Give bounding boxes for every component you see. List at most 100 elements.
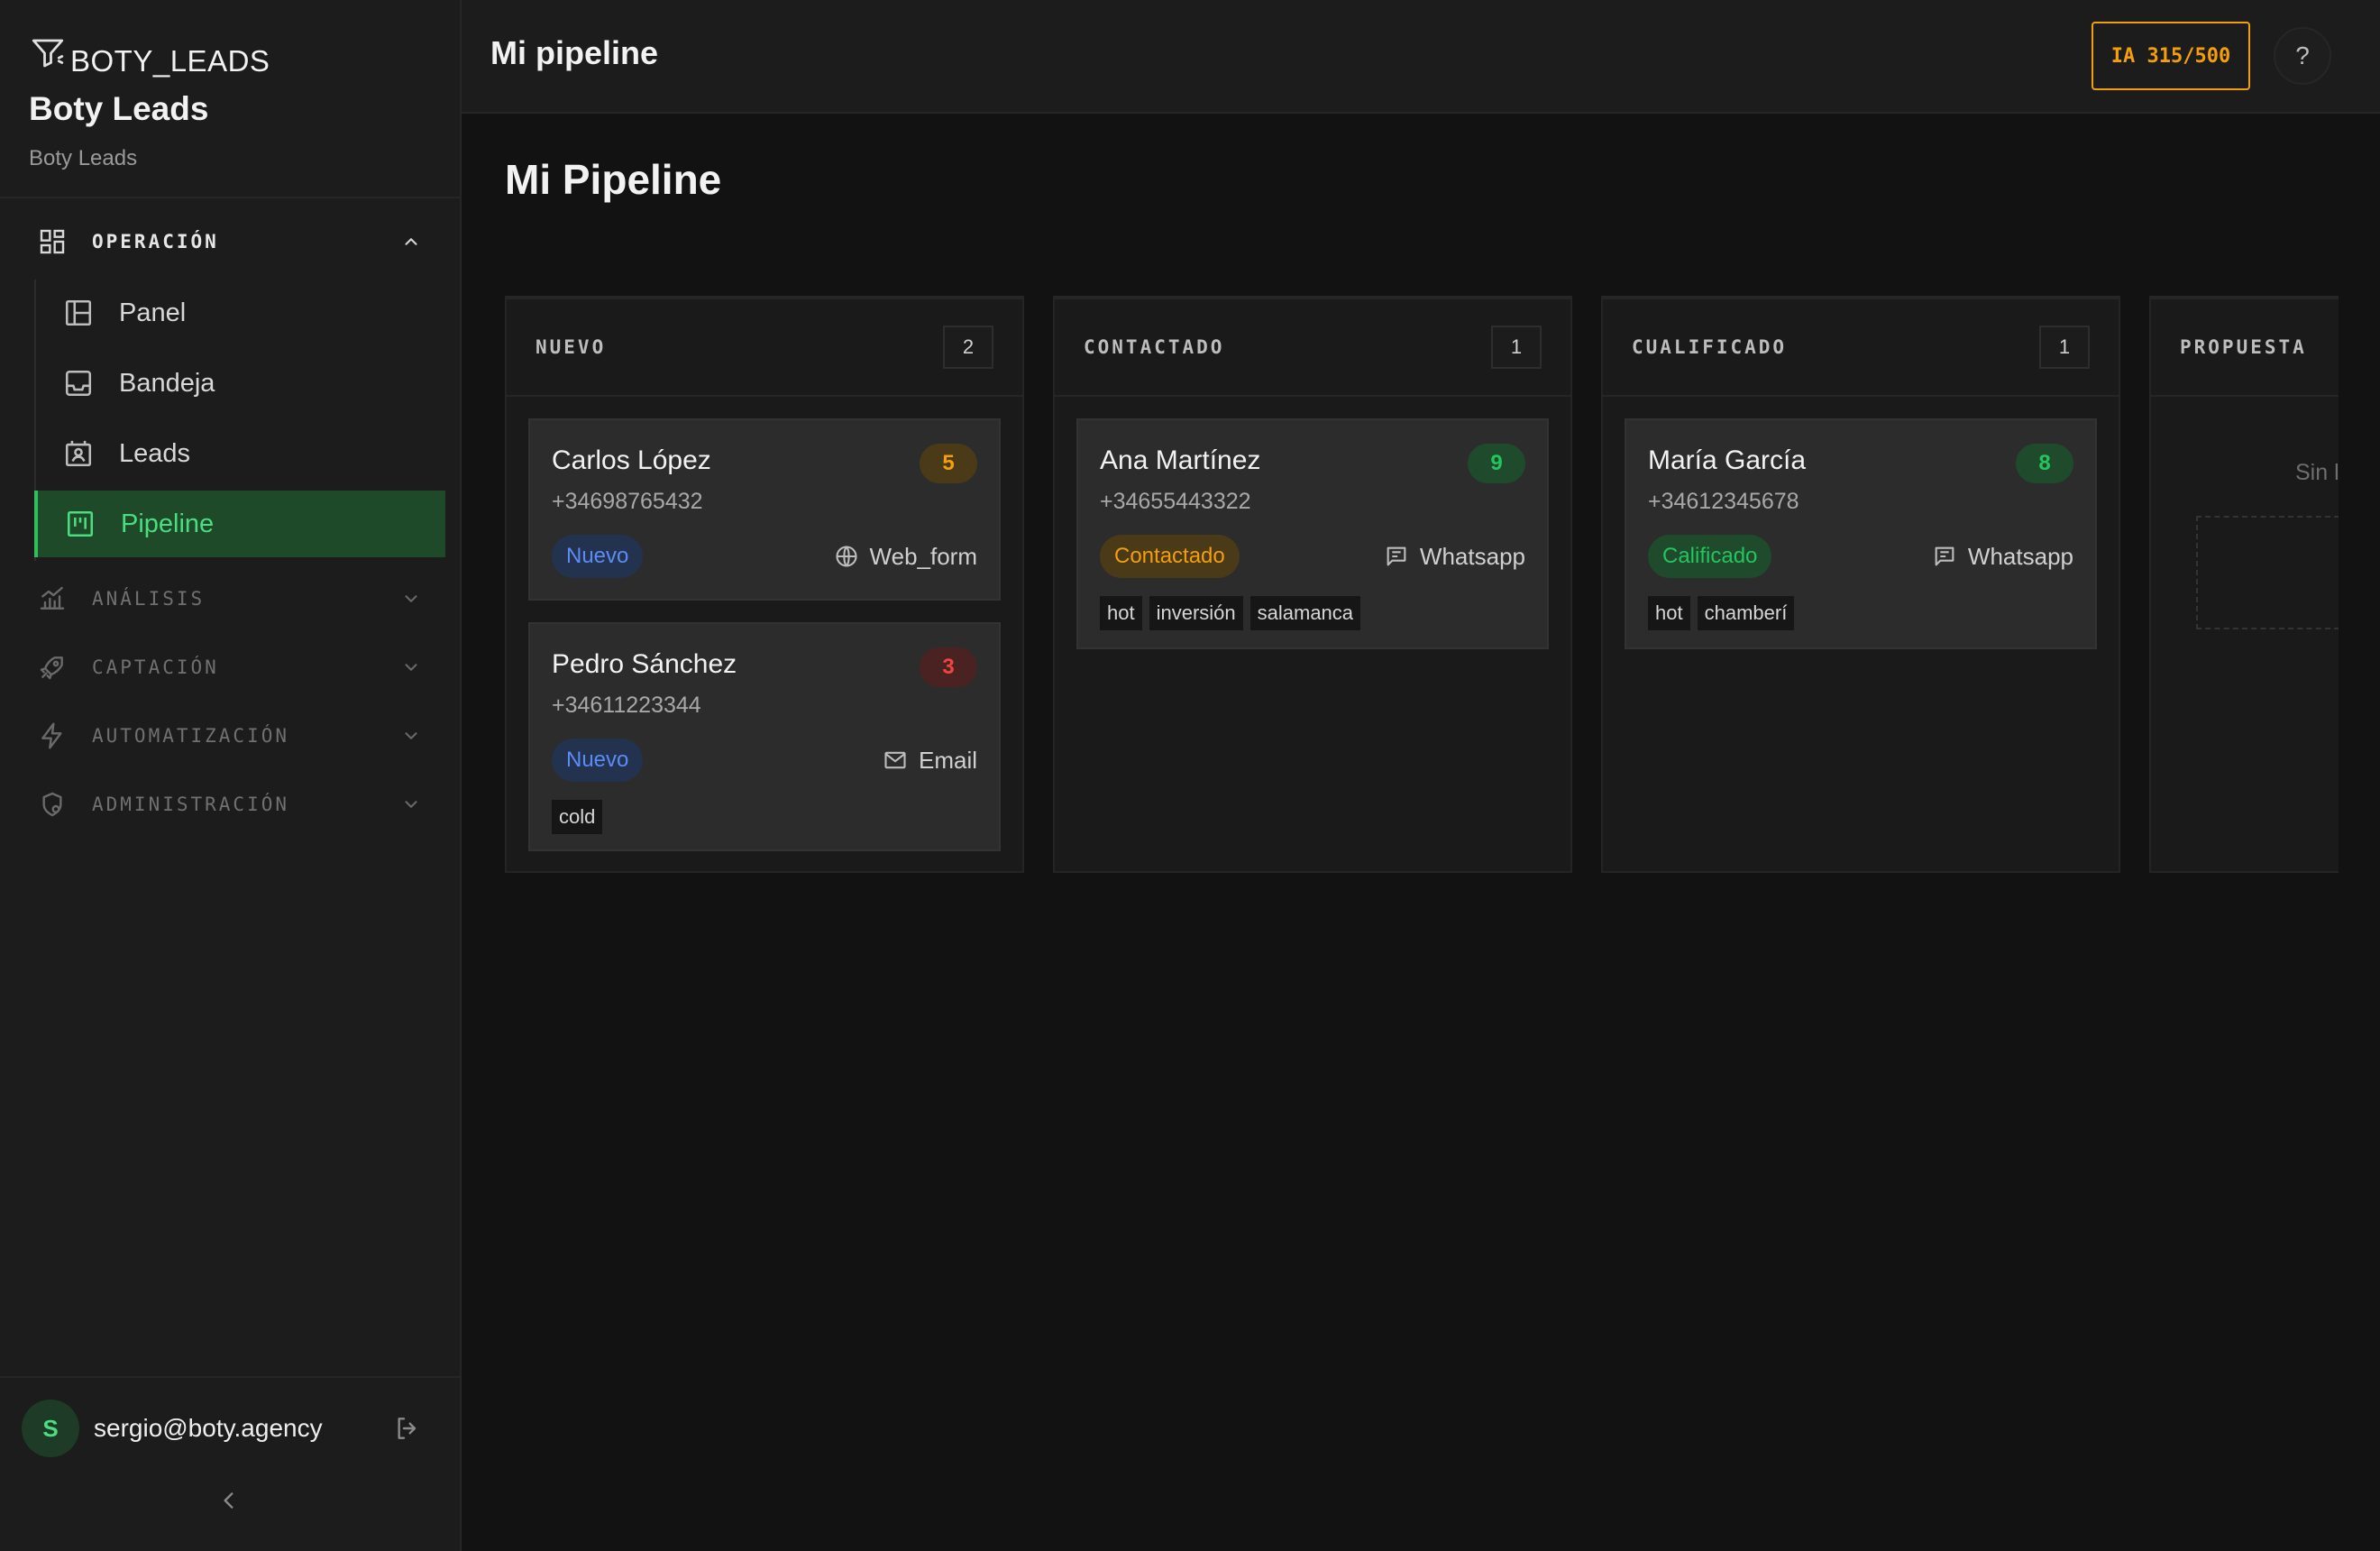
tag-list: cold [552,800,977,834]
lead-source: Whatsapp [1384,543,1525,571]
status-badge: Contactado [1100,535,1240,578]
section-administracion[interactable]: ADMINISTRACIÓN [34,786,424,822]
tag-list: hot chamberí [1648,596,2073,630]
lead-name: Pedro Sánchez [552,649,737,679]
divider [0,197,460,198]
lead-name: María García [1648,445,1807,475]
lead-source: Whatsapp [1932,543,2073,571]
lead-source-label: Email [918,746,977,774]
lead-source: Email [883,747,977,775]
topbar: Mi pipeline IA 315/500 ? [462,0,2380,114]
lead-card[interactable]: Ana Martínez +34655443322 9 Contactado W… [1076,418,1549,649]
logout-icon [398,1418,416,1439]
lead-source-label: Whatsapp [1419,542,1525,570]
column-title: CONTACTADO [1084,336,1225,358]
empty-column-text: Sin l [2295,460,2339,485]
section-label: OPERACIÓN [92,231,219,252]
drop-zone[interactable] [2196,516,2339,629]
lead-card[interactable]: Carlos López +34698765432 5 Nuevo Web_fo… [528,418,1001,601]
lead-phone: +34698765432 [552,489,703,514]
lead-source-label: Web_form [869,542,977,570]
section-automatizacion[interactable]: AUTOMATIZACIÓN [34,718,424,754]
logout-button[interactable] [389,1410,426,1446]
contacts-icon [65,440,92,467]
column-header: CUALIFICADO 1 [1603,299,2119,397]
chart-icon [34,581,70,617]
section-label: CAPTACIÓN [92,656,219,678]
message-icon [1935,546,1954,566]
column-count: 2 [943,326,993,369]
ia-usage-badge[interactable]: IA 315/500 [2092,22,2250,90]
chevron-down-icon [398,586,424,611]
lead-card[interactable]: Pedro Sánchez +34611223344 3 Nuevo Email… [528,622,1001,851]
mail-icon [884,751,906,769]
lead-score-badge: 5 [920,444,977,483]
pipeline-column-contactado: CONTACTADO 1 Ana Martínez +34655443322 9… [1053,296,1572,873]
tag: chamberí [1697,596,1795,630]
lead-phone: +34611223344 [552,693,701,718]
tag: inversión [1149,596,1243,630]
rocket-icon [34,649,70,685]
lead-phone: +34655443322 [1100,489,1251,514]
globe-icon [835,546,857,567]
message-icon [1387,546,1406,566]
lead-source: Web_form [834,543,977,571]
user-email: sergio@boty.agency [94,1414,323,1442]
column-count: 1 [2039,326,2090,369]
lead-score-badge: 8 [2016,444,2073,483]
sidebar-item-leads[interactable]: Leads [36,420,445,487]
lead-score-badge: 3 [920,647,977,687]
column-header: CONTACTADO 1 [1055,299,1570,397]
chevron-left-icon [224,1492,233,1509]
column-count: 1 [1491,326,1542,369]
pipeline-column-cualificado: CUALIFICADO 1 María García +34612345678 … [1601,296,2120,873]
section-analisis[interactable]: ANÁLISIS [34,581,424,617]
section-captacion[interactable]: CAPTACIÓN [34,649,424,685]
operacion-nav: Panel Bandeja Leads Pipeline [34,280,445,561]
grid-icon [34,224,70,260]
section-label: ANÁLISIS [92,588,206,610]
collapse-sidebar-button[interactable] [213,1484,245,1517]
funnel-logo-icon [32,39,64,68]
tag: hot [1648,596,1690,630]
app-root: BOTY_LEADS Boty Leads Boty Leads OPERACI… [0,0,2380,1551]
kanban-icon [67,510,94,537]
tag: hot [1100,596,1142,630]
avatar[interactable]: S [22,1400,79,1457]
sidebar-item-pipeline[interactable]: Pipeline [34,491,445,557]
user-row: S sergio@boty.agency [22,1400,426,1457]
sidebar-item-bandeja[interactable]: Bandeja [36,350,445,417]
sidebar: BOTY_LEADS Boty Leads Boty Leads OPERACI… [0,0,462,1551]
help-button[interactable]: ? [2274,27,2331,85]
column-header: PROPUESTA [2151,299,2339,397]
sidebar-item-label: Bandeja [119,368,215,398]
divider [0,1376,460,1378]
status-badge: Calificado [1648,535,1772,578]
sidebar-item-label: Panel [119,298,187,327]
lead-card[interactable]: María García +34612345678 8 Calificado W… [1625,418,2097,649]
column-title: NUEVO [536,336,607,358]
shield-icon [34,786,70,822]
lead-name: Ana Martínez [1100,445,1261,475]
chevron-up-icon [398,229,424,254]
column-header: NUEVO 2 [507,299,1022,397]
pipeline-column-nuevo: NUEVO 2 Carlos López +34698765432 5 Nuev… [505,296,1024,873]
column-title: CUALIFICADO [1632,336,1788,358]
status-badge: Nuevo [552,535,644,578]
section-operacion[interactable]: OPERACIÓN [34,224,424,260]
inbox-icon [65,370,92,397]
lead-name: Carlos López [552,445,711,475]
lead-score-badge: 9 [1468,444,1525,483]
lead-phone: +34612345678 [1648,489,1799,514]
brand[interactable]: BOTY_LEADS Boty Leads Boty Leads [29,32,270,171]
sidebar-item-label: Pipeline [121,509,215,538]
chevron-down-icon [398,655,424,680]
lead-source-label: Whatsapp [1967,542,2073,570]
brand-title: Boty Leads [29,90,209,127]
brand-logo-text: BOTY_LEADS [70,44,270,78]
brand-logo: BOTY_LEADS [29,32,270,79]
sidebar-item-panel[interactable]: Panel [36,280,445,346]
page-title: Mi Pipeline [505,156,722,203]
tag-list: hot inversión salamanca [1100,596,1525,630]
column-title: PROPUESTA [2180,336,2307,358]
